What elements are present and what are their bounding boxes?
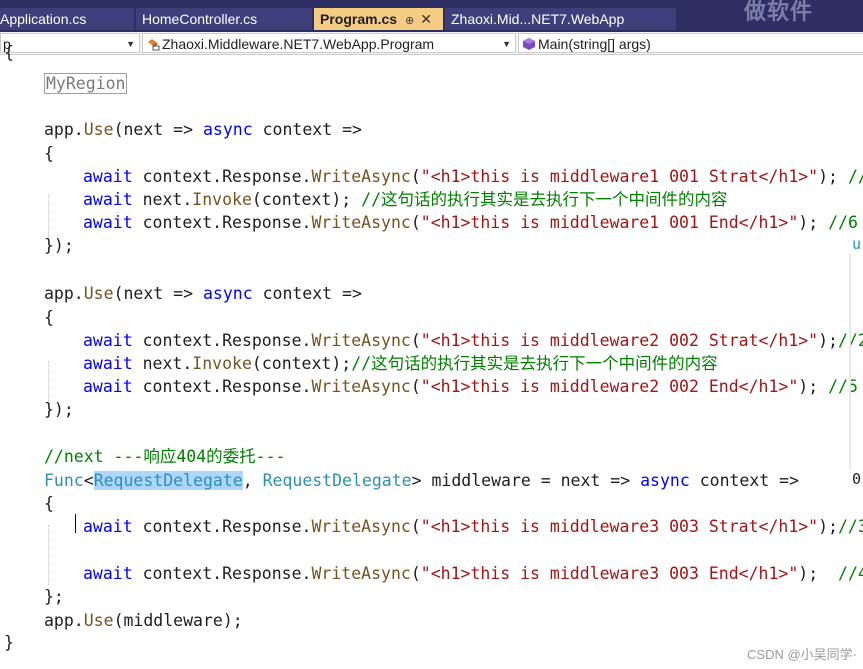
tab-homecontroller-cs[interactable]: HomeController.cs (136, 8, 312, 30)
side-marker: u (852, 235, 862, 253)
code-line: await context.Response.WriteAsync("<h1>t… (83, 331, 863, 350)
code-line: }); (44, 236, 74, 255)
code-line: }; (44, 587, 64, 606)
region-marker[interactable]: MyRegion (44, 73, 128, 94)
pin-icon[interactable]: ⊕ (405, 15, 414, 27)
overlay-text: 做软件 (744, 0, 814, 24)
code-line: await context.Response.WriteAsync("<h1>t… (83, 213, 858, 232)
code-line: await context.Response.WriteAsync("<h1>t… (83, 517, 863, 536)
code-line: app.Use(middleware); (44, 611, 243, 630)
tab-project[interactable]: Zhaoxi.Mid...NET7.WebApp (445, 8, 676, 30)
code-line: await context.Response.WriteAsync("<h1>t… (83, 564, 863, 583)
tab-application-cs[interactable]: Application.cs (0, 8, 134, 30)
document-tab-bar: Application.cs HomeController.cs Program… (0, 0, 863, 32)
code-line: await next.Invoke(context); //这句话的执行其实是去… (83, 190, 728, 209)
chevron-down-icon: ▼ (126, 39, 135, 49)
code-line: { (44, 144, 54, 163)
code-line: app.Use(next => async context => (44, 120, 362, 139)
class-dropdown-value: Zhaoxi.Middleware.NET7.WebApp.Program (162, 36, 435, 52)
code-line: await context.Response.WriteAsync("<h1>t… (83, 167, 863, 186)
code-line: //next ---响应404的委托--- (44, 447, 286, 466)
code-line: }); (44, 400, 74, 419)
watermark: CSDN @小吴同学· (747, 647, 857, 662)
code-line: await context.Response.WriteAsync("<h1>t… (83, 377, 858, 396)
chevron-down-icon: ▼ (502, 39, 511, 49)
close-icon[interactable]: ✕ (420, 11, 432, 27)
code-line: Func<RequestDelegate, RequestDelegate> m… (44, 471, 800, 490)
text-caret (75, 514, 76, 533)
member-dropdown[interactable]: Main(string[] args) (518, 33, 863, 53)
navigation-bar: p ▼ Zhaoxi.Middleware.NET7.WebApp.Program… (0, 32, 863, 55)
indent-guide (48, 525, 49, 585)
tab-label: HomeController.cs (142, 11, 258, 27)
selected-text[interactable]: RequestDelegate (93, 471, 243, 490)
code-line: { (44, 308, 54, 327)
class-icon (148, 39, 160, 51)
scrollbar-track[interactable] (849, 254, 851, 469)
code-line: await next.Invoke(context);//这句话的执行其实是去执… (83, 354, 718, 373)
class-dropdown[interactable]: Zhaoxi.Middleware.NET7.WebApp.Program ▼ (142, 33, 516, 53)
tab-label: Zhaoxi.Mid...NET7.WebApp (451, 11, 625, 27)
tab-program-cs[interactable]: Program.cs ⊕ ✕ (314, 8, 443, 30)
code-line: } (4, 633, 14, 652)
code-line: app.Use(next => async context => (44, 284, 362, 303)
side-marker: 0 (852, 470, 862, 488)
code-line: { (44, 494, 54, 513)
code-line: MyRegion (44, 72, 128, 95)
tab-label: Program.cs (320, 11, 398, 27)
tab-label: Application.cs (0, 11, 87, 27)
code-editor[interactable]: { MyRegion app.Use(next => async context… (0, 43, 863, 669)
code-line: { (4, 43, 14, 62)
project-dropdown[interactable]: p ▼ (0, 33, 140, 53)
member-dropdown-value: Main(string[] args) (538, 36, 651, 52)
method-icon (523, 38, 535, 50)
